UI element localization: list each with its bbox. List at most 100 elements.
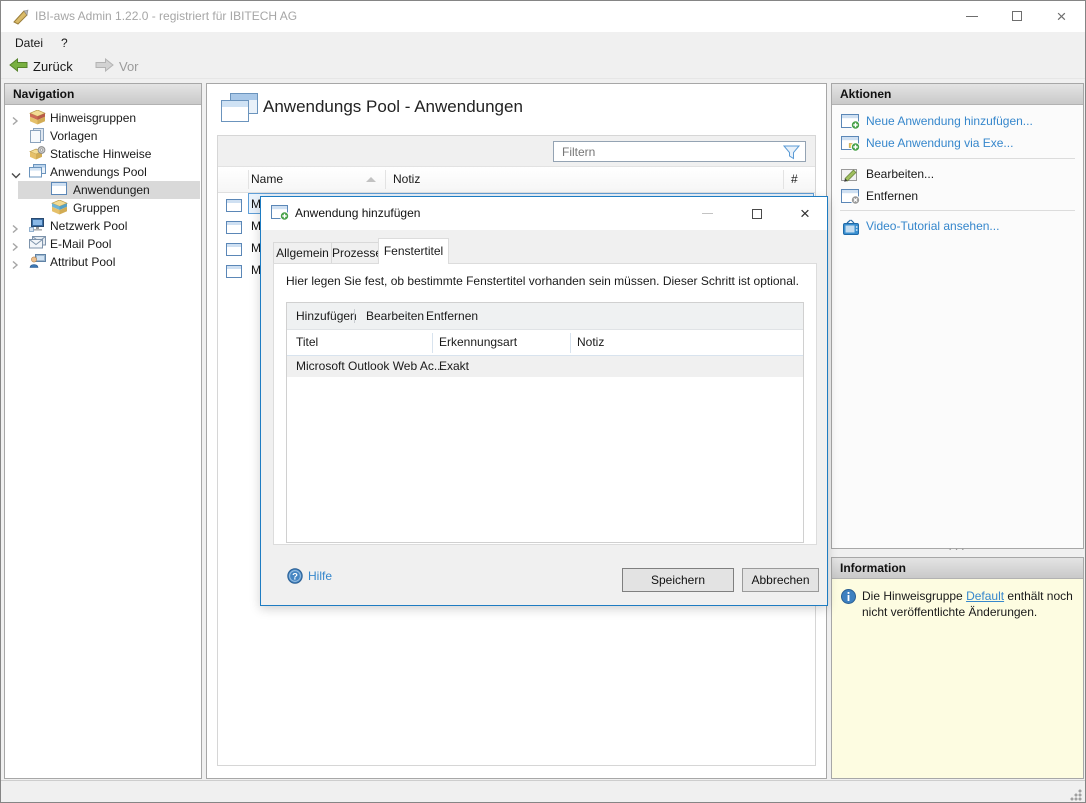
actions-separator	[840, 210, 1075, 211]
action-video-tutorial[interactable]: Video-Tutorial ansehen...	[832, 216, 1083, 238]
window-icon	[226, 263, 242, 285]
back-button[interactable]: Zurück	[9, 55, 73, 78]
sort-ascending-icon	[366, 177, 376, 182]
window-close-button[interactable]: ×	[1039, 1, 1084, 31]
column-header-count[interactable]: #	[791, 167, 798, 192]
navigation-header: Navigation	[5, 84, 201, 105]
column-header-notiz[interactable]: Notiz	[577, 330, 604, 355]
table-row[interactable]: Microsoft Outlook Web Ac... Exakt	[287, 356, 803, 377]
chevron-right-icon[interactable]	[11, 239, 19, 257]
tab-prozesse[interactable]: Prozesse	[331, 242, 383, 263]
titlebar: IBI-aws Admin 1.22.0 - registriert für I…	[1, 1, 1085, 32]
app-logo-icon	[11, 8, 29, 29]
window-maximize-button[interactable]	[994, 1, 1039, 31]
information-body: Die Hinweisgruppe Default enthält noch n…	[832, 579, 1083, 778]
menu-datei[interactable]: Datei	[9, 32, 49, 55]
close-icon: ×	[800, 205, 810, 222]
back-label: Zurück	[33, 59, 73, 74]
window-titles-table: Hinzufügen Bearbeiten Entfernen Titel Er…	[286, 302, 804, 543]
actions-header: Aktionen	[832, 84, 1083, 105]
default-group-link[interactable]: Default	[966, 589, 1004, 603]
dialog-close-button[interactable]: ×	[785, 197, 825, 230]
chevron-right-icon[interactable]	[11, 221, 19, 239]
panel-splitter-grip[interactable]: ···	[831, 545, 1084, 555]
page-title: Anwendungs Pool - Anwendungen	[263, 97, 523, 117]
action-edit[interactable]: Bearbeiten...	[832, 164, 1083, 186]
grid-header: Name Notiz #	[218, 167, 815, 193]
menubar: Datei ?	[1, 32, 1085, 55]
tab-fenstertitel[interactable]: Fenstertitel	[378, 238, 449, 264]
dialog-footer: ? Hilfe Speichern Abbrechen	[261, 553, 827, 605]
remove-title-button[interactable]: Entfernen	[426, 303, 478, 329]
filter-funnel-icon[interactable]	[783, 145, 800, 163]
edit-title-button[interactable]: Bearbeiten	[366, 303, 424, 329]
window-icon	[226, 197, 242, 219]
forward-arrow-icon	[95, 58, 114, 75]
window-add-icon	[841, 114, 861, 133]
window-add-exe-icon	[841, 136, 861, 155]
tree-item-hinweisgruppen[interactable]: Hinweisgruppen	[5, 109, 201, 127]
column-separator	[432, 333, 433, 353]
table-header: Titel Erkennungsart Notiz	[287, 330, 803, 356]
tree-item-email-pool[interactable]: E-Mail Pool	[5, 235, 201, 253]
column-separator	[385, 170, 386, 189]
statusbar	[1, 780, 1085, 803]
forward-label: Vor	[119, 59, 139, 74]
minimize-icon	[966, 16, 978, 17]
navigation-tree: Hinweisgruppen Vorlagen Statische Hinwei…	[5, 109, 201, 271]
tab-description: Hier legen Sie fest, ob bestimmte Fenste…	[286, 274, 806, 288]
static-notice-icon	[29, 146, 46, 166]
dialog-minimize-button[interactable]	[687, 197, 727, 230]
save-button[interactable]: Speichern	[622, 568, 734, 592]
tree-item-statische-hinweise[interactable]: Statische Hinweise	[5, 145, 201, 163]
column-header-notiz[interactable]: Notiz	[393, 167, 420, 192]
information-header: Information	[832, 558, 1083, 579]
close-icon: ×	[1057, 8, 1067, 25]
chevron-down-icon[interactable]	[11, 167, 21, 185]
column-header-erkennungsart[interactable]: Erkennungsart	[439, 330, 517, 355]
info-text-before: Die Hinweisgruppe	[862, 589, 966, 603]
tree-item-attribut-pool[interactable]: Attribut Pool	[5, 253, 201, 271]
tree-item-vorlagen[interactable]: Vorlagen	[5, 127, 201, 145]
column-separator	[248, 170, 249, 189]
chevron-right-icon[interactable]	[11, 113, 19, 131]
information-message: Die Hinweisgruppe Default enthält noch n…	[862, 588, 1074, 620]
tree-item-gruppen[interactable]: Gruppen	[5, 199, 201, 217]
maximize-icon	[752, 209, 762, 219]
actions-separator	[840, 158, 1075, 159]
cell-erkennungsart: Exakt	[439, 356, 469, 377]
resize-grip[interactable]	[1070, 789, 1082, 801]
add-title-button[interactable]: Hinzufügen	[296, 303, 357, 329]
menu-help[interactable]: ?	[55, 32, 74, 55]
application-pool-icon	[29, 164, 46, 183]
tab-allgemein[interactable]: Allgemein	[273, 242, 332, 263]
window-minimize-button[interactable]	[949, 1, 994, 31]
help-link[interactable]: ? Hilfe	[287, 568, 303, 588]
tree-item-anwendungen[interactable]: Anwendungen	[5, 181, 201, 199]
chevron-right-icon[interactable]	[11, 257, 19, 275]
forward-button[interactable]: Vor	[95, 55, 139, 78]
help-icon: ?	[287, 568, 303, 587]
app-window: IBI-aws Admin 1.22.0 - registriert für I…	[0, 0, 1086, 803]
dialog-maximize-button[interactable]	[737, 197, 777, 230]
video-tutorial-icon	[841, 219, 861, 239]
action-new-application[interactable]: Neue Anwendung hinzufügen...	[832, 111, 1083, 133]
column-header-titel[interactable]: Titel	[296, 330, 318, 355]
window-icon	[226, 241, 242, 263]
window-title: IBI-aws Admin 1.22.0 - registriert für I…	[35, 1, 297, 32]
action-remove[interactable]: Entfernen	[832, 186, 1083, 208]
notice-group-icon	[29, 110, 46, 130]
email-pool-icon	[29, 236, 46, 254]
tree-item-netzwerk-pool[interactable]: Netzwerk Pool	[5, 217, 201, 235]
filter-input[interactable]	[554, 142, 805, 161]
cancel-button[interactable]: Abbrechen	[742, 568, 819, 592]
fenstertitel-tab-page: Hier legen Sie fest, ob bestimmte Fenste…	[273, 263, 817, 545]
actions-panel: Aktionen Neue Anwendung hinzufügen... Ne…	[831, 83, 1084, 549]
attribute-pool-icon	[29, 254, 46, 273]
dialog-titlebar: Anwendung hinzufügen ×	[261, 197, 827, 230]
navigation-toolbar: Zurück Vor	[1, 55, 1085, 79]
filter-band	[218, 136, 815, 167]
tree-item-anwendungs-pool[interactable]: Anwendungs Pool	[5, 163, 201, 181]
column-header-name[interactable]: Name	[251, 167, 283, 192]
action-new-application-exe[interactable]: Neue Anwendung via Exe...	[832, 133, 1083, 155]
